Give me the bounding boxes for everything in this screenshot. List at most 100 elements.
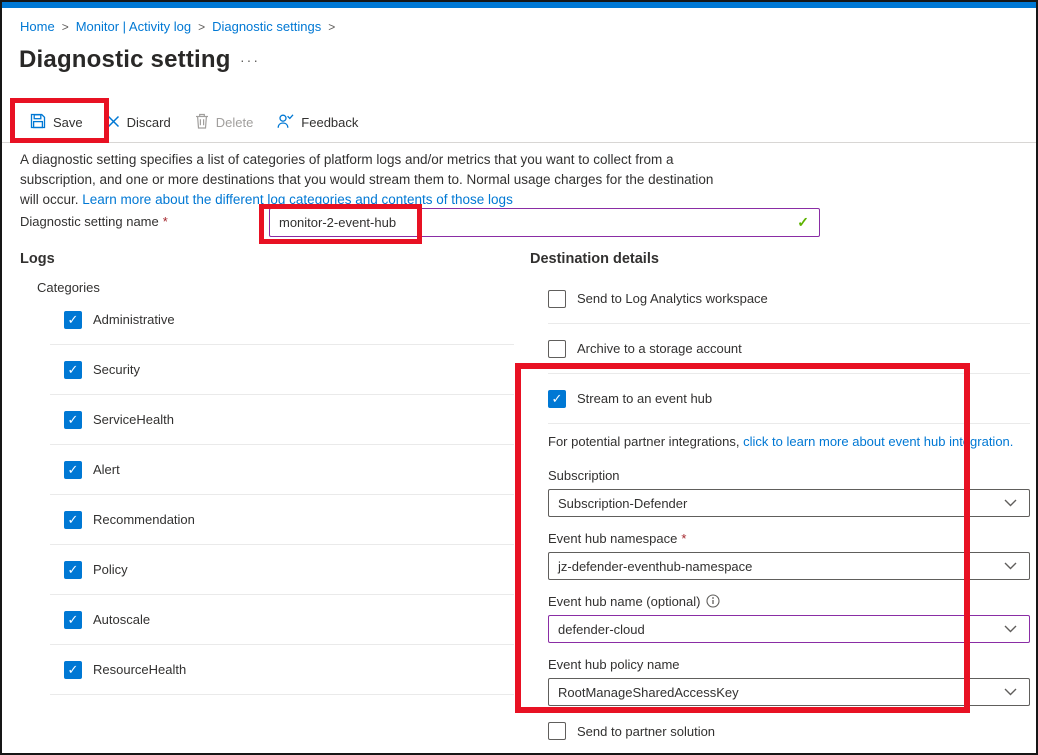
event-hub-name-field-group: Event hub name (optional) defender-cloud: [548, 593, 1030, 643]
label-text: Event hub namespace: [548, 531, 677, 546]
valid-check-icon: ✓: [797, 214, 809, 231]
checkbox-resourcehealth[interactable]: ✓: [64, 661, 82, 679]
discard-x-icon: [107, 115, 120, 131]
destination-options: ✓ Send to Log Analytics workspace ✓ Arch…: [548, 274, 1030, 424]
breadcrumb-separator: >: [328, 20, 335, 34]
dropdown-value: defender-cloud: [558, 622, 645, 637]
diagnostic-setting-name-input[interactable]: [269, 208, 820, 237]
category-row-autoscale: ✓ Autoscale: [50, 595, 514, 645]
label-text: Subscription: [548, 468, 620, 483]
required-marker: *: [163, 214, 168, 229]
page-description: A diagnostic setting specifies a list of…: [20, 150, 726, 210]
option-label: Stream to an event hub: [577, 391, 712, 406]
category-label: ResourceHealth: [93, 662, 186, 677]
partner-note-text: For potential partner integrations,: [548, 434, 740, 449]
check-icon: ✓: [68, 513, 79, 526]
learn-more-link[interactable]: Learn more about the different log categ…: [82, 192, 513, 207]
category-row-resourcehealth: ✓ ResourceHealth: [50, 645, 514, 695]
checkbox-event-hub[interactable]: ✓: [548, 390, 566, 408]
top-accent-bar: [2, 2, 1036, 8]
trash-icon: [195, 113, 209, 132]
option-row-storage-account: ✓ Archive to a storage account: [548, 324, 1030, 374]
discard-label: Discard: [127, 115, 171, 130]
chevron-down-icon: [1004, 625, 1017, 633]
check-icon: ✓: [68, 363, 79, 376]
save-button[interactable]: Save: [18, 105, 95, 140]
check-icon: ✓: [68, 413, 79, 426]
option-row-log-analytics: ✓ Send to Log Analytics workspace: [548, 274, 1030, 324]
partner-integration-note: For potential partner integrations, clic…: [548, 434, 1030, 449]
logs-heading: Logs: [20, 251, 55, 267]
checkbox-alert[interactable]: ✓: [64, 461, 82, 479]
check-icon: ✓: [68, 463, 79, 476]
categories-subheading: Categories: [37, 280, 100, 295]
required-marker: *: [681, 531, 686, 546]
category-row-policy: ✓ Policy: [50, 545, 514, 595]
info-icon[interactable]: [706, 594, 720, 608]
feedback-button[interactable]: Feedback: [265, 105, 370, 140]
more-options-icon[interactable]: ···: [240, 52, 260, 68]
checkbox-partner-solution[interactable]: ✓: [548, 722, 566, 740]
categories-list: ✓ Administrative ✓ Security ✓ ServiceHea…: [50, 295, 514, 695]
diagnostic-setting-name-label: Diagnostic setting name *: [20, 214, 168, 229]
category-label: Alert: [93, 462, 120, 477]
azure-portal-window: Home > Monitor | Activity log > Diagnost…: [0, 0, 1038, 755]
checkbox-policy[interactable]: ✓: [64, 561, 82, 579]
label-text: Event hub name (optional): [548, 594, 700, 609]
event-hub-integration-link[interactable]: click to learn more about event hub inte…: [743, 434, 1013, 449]
option-row-partner-solution: ✓ Send to partner solution: [548, 722, 715, 740]
destination-details-heading: Destination details: [530, 251, 659, 267]
event-hub-namespace-dropdown[interactable]: jz-defender-eventhub-namespace: [548, 552, 1030, 580]
name-label-text: Diagnostic setting name: [20, 214, 159, 229]
delete-label: Delete: [216, 115, 254, 130]
subscription-dropdown[interactable]: Subscription-Defender: [548, 489, 1030, 517]
feedback-label: Feedback: [301, 115, 358, 130]
toolbar-divider: [2, 142, 1036, 143]
check-icon: ✓: [68, 613, 79, 626]
category-label: Autoscale: [93, 612, 150, 627]
category-row-servicehealth: ✓ ServiceHealth: [50, 395, 514, 445]
delete-button[interactable]: Delete: [183, 105, 266, 140]
event-hub-policy-field-group: Event hub policy name RootManageSharedAc…: [548, 656, 1030, 706]
dropdown-value: jz-defender-eventhub-namespace: [558, 559, 752, 574]
checkbox-recommendation[interactable]: ✓: [64, 511, 82, 529]
category-label: Policy: [93, 562, 128, 577]
breadcrumb-monitor-activity-log[interactable]: Monitor | Activity log: [76, 19, 191, 34]
dropdown-value: RootManageSharedAccessKey: [558, 685, 739, 700]
breadcrumb-diagnostic-settings[interactable]: Diagnostic settings: [212, 19, 321, 34]
breadcrumb-home[interactable]: Home: [20, 19, 55, 34]
option-label: Send to Log Analytics workspace: [577, 291, 768, 306]
event-hub-namespace-field-group: Event hub namespace * jz-defender-eventhu…: [548, 530, 1030, 580]
check-icon: ✓: [552, 392, 563, 405]
category-row-administrative: ✓ Administrative: [50, 295, 514, 345]
category-label: Security: [93, 362, 140, 377]
save-icon: [30, 113, 46, 132]
page-title: Diagnostic setting: [19, 46, 231, 74]
event-hub-namespace-label: Event hub namespace *: [548, 530, 1030, 546]
event-hub-fields: Subscription Subscription-Defender Event…: [548, 467, 1030, 719]
category-label: Recommendation: [93, 512, 195, 527]
category-row-security: ✓ Security: [50, 345, 514, 395]
checkbox-log-analytics[interactable]: ✓: [548, 290, 566, 308]
event-hub-policy-label: Event hub policy name: [548, 656, 1030, 672]
option-row-event-hub: ✓ Stream to an event hub: [548, 374, 1030, 424]
category-row-alert: ✓ Alert: [50, 445, 514, 495]
event-hub-policy-dropdown[interactable]: RootManageSharedAccessKey: [548, 678, 1030, 706]
event-hub-name-label: Event hub name (optional): [548, 593, 1030, 609]
checkbox-administrative[interactable]: ✓: [64, 311, 82, 329]
event-hub-name-dropdown[interactable]: defender-cloud: [548, 615, 1030, 643]
check-icon: ✓: [68, 313, 79, 326]
diagnostic-setting-name-field: ✓: [269, 208, 820, 237]
checkbox-servicehealth[interactable]: ✓: [64, 411, 82, 429]
checkbox-storage-account[interactable]: ✓: [548, 340, 566, 358]
option-label: Send to partner solution: [577, 724, 715, 739]
category-label: ServiceHealth: [93, 412, 174, 427]
subscription-field-group: Subscription Subscription-Defender: [548, 467, 1030, 517]
subscription-label: Subscription: [548, 467, 1030, 483]
command-bar: Save Discard Delete: [18, 105, 370, 140]
label-text: Event hub policy name: [548, 657, 680, 672]
category-row-recommendation: ✓ Recommendation: [50, 495, 514, 545]
checkbox-security[interactable]: ✓: [64, 361, 82, 379]
discard-button[interactable]: Discard: [95, 107, 183, 139]
checkbox-autoscale[interactable]: ✓: [64, 611, 82, 629]
